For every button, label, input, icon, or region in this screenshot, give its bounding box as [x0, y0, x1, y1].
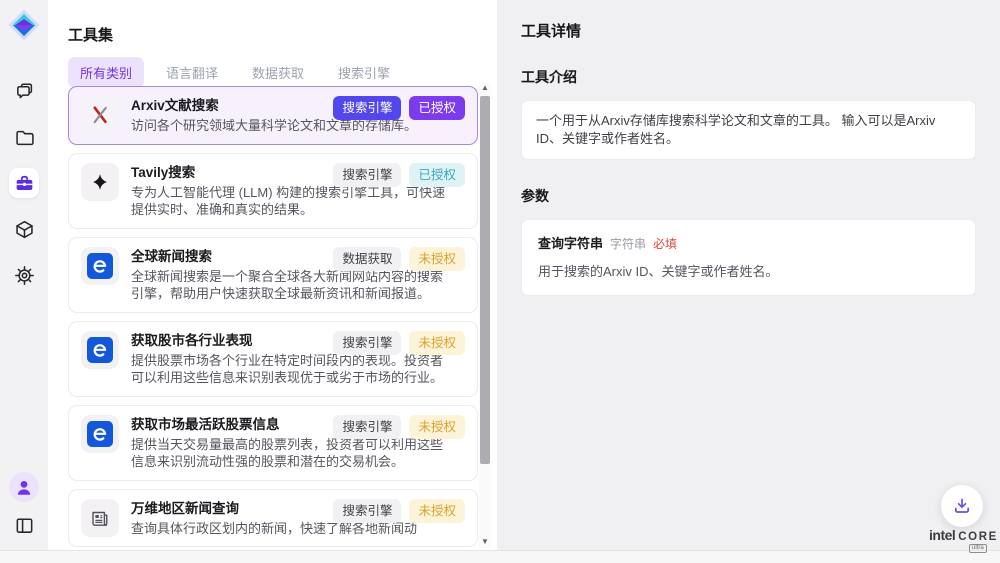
- category-tabs: 所有类别语言翻译数据获取搜索引擎: [68, 57, 402, 88]
- globe-news-icon: [88, 422, 112, 446]
- scroll-up-arrow-icon[interactable]: ▲: [479, 82, 491, 94]
- category-badge: 搜索引擎: [333, 163, 401, 187]
- tab-language-translation[interactable]: 语言翻译: [154, 57, 230, 88]
- tool-icon-tile: [81, 163, 119, 201]
- tool-list: Arxiv文献搜索 访问各个研究领域大量科学论文和文章的存储库。 搜索引擎 已授…: [68, 86, 478, 550]
- rail-nav: [9, 76, 39, 290]
- tool-card[interactable]: 获取股市各行业表现 提供股票市场各个行业在特定时间段内的表现。投资者可以利用这些…: [68, 321, 478, 397]
- star-icon: [90, 172, 110, 192]
- chat-icon: [14, 81, 35, 102]
- intro-heading: 工具介绍: [521, 67, 976, 87]
- intel-core-logo: intel CORE ultra: [929, 527, 991, 553]
- app-logo-gem-icon: [7, 8, 41, 42]
- globe-news-icon: [88, 338, 112, 362]
- collapse-sidebar-button[interactable]: [9, 510, 39, 540]
- tab-search-engine[interactable]: 搜索引擎: [326, 57, 402, 88]
- tool-badges: 搜索引擎 未授权: [333, 499, 465, 523]
- sidebar-item-tools[interactable]: [9, 168, 39, 198]
- params-heading: 参数: [521, 186, 976, 206]
- toolbox-icon: [14, 173, 35, 194]
- tool-icon-tile: [81, 96, 119, 134]
- footer-strip: [0, 550, 1000, 563]
- detail-title: 工具详情: [521, 20, 976, 41]
- tool-description: 全球新闻搜索是一个聚合全球各大新闻网站内容的搜索引擎，帮助用户快速获取全球最新资…: [131, 268, 451, 303]
- parameter-required-badge: 必填: [653, 235, 677, 252]
- tool-badges: 搜索引擎 未授权: [333, 415, 465, 439]
- sidebar-item-chat[interactable]: [9, 76, 39, 106]
- parameter-card: 查询字符串 字符串 必填 用于搜索的Arxiv ID、关键字或作者姓名。: [521, 219, 976, 296]
- panel-left-icon: [14, 515, 35, 536]
- scroll-down-arrow-icon[interactable]: ▼: [479, 536, 491, 548]
- list-scrollbar[interactable]: ▲ ▼: [479, 82, 491, 548]
- intro-text: 一个用于从Arxiv存储库搜索科学论文和文章的工具。 输入可以是Arxiv ID…: [521, 100, 976, 160]
- auth-status-badge[interactable]: 未授权: [409, 331, 465, 355]
- cube-icon: [14, 219, 35, 240]
- auth-status-badge[interactable]: 未授权: [409, 415, 465, 439]
- sidebar-item-files[interactable]: [9, 122, 39, 152]
- tool-badges: 搜索引擎 已授权: [333, 163, 465, 187]
- tool-badges: 数据获取 未授权: [333, 247, 465, 271]
- tab-data-acquisition[interactable]: 数据获取: [240, 57, 316, 88]
- parameter-type: 字符串: [610, 235, 646, 252]
- tool-icon-tile: [81, 331, 119, 369]
- tool-card[interactable]: 万维地区新闻查询 查询具体行政区划内的新闻，快速了解各地新闻动 搜索引擎 未授权: [68, 489, 478, 548]
- tab-all-categories[interactable]: 所有类别: [68, 57, 144, 88]
- gear-icon: [14, 265, 35, 286]
- user-avatar[interactable]: [9, 472, 39, 502]
- tools-panel-title: 工具集: [68, 24, 113, 45]
- tool-card[interactable]: 获取市场最活跃股票信息 提供当天交易量最高的股票列表，投资者可以利用这些信息来识…: [68, 405, 478, 481]
- auth-status-badge[interactable]: 未授权: [409, 247, 465, 271]
- sidebar-item-settings[interactable]: [9, 260, 39, 290]
- auth-status-badge[interactable]: 已授权: [409, 96, 465, 120]
- category-badge: 搜索引擎: [333, 415, 401, 439]
- download-button[interactable]: [941, 485, 983, 527]
- tool-icon-tile: [81, 247, 119, 285]
- app-window: 工具集 所有类别语言翻译数据获取搜索引擎 Arxiv文献搜索 访问各个研究领域大…: [0, 0, 1000, 563]
- tool-description: 提供股票市场各个行业在特定时间段内的表现。投资者可以利用这些信息来识别表现优于或…: [131, 352, 451, 387]
- parameter-name: 查询字符串: [538, 233, 603, 252]
- rail-bottom: [9, 472, 39, 540]
- tool-badges: 搜索引擎 已授权: [333, 96, 465, 120]
- folder-icon: [14, 127, 35, 148]
- intel-wordmark: intel: [929, 527, 955, 543]
- download-icon: [952, 496, 972, 516]
- category-badge: 搜索引擎: [333, 96, 401, 120]
- scrollbar-thumb[interactable]: [480, 96, 490, 464]
- category-badge: 搜索引擎: [333, 499, 401, 523]
- tool-card[interactable]: Tavily搜索 专为人工智能代理 (LLM) 构建的搜索引擎工具，可快速提供实…: [68, 153, 478, 229]
- tool-card[interactable]: 全球新闻搜索 全球新闻搜索是一个聚合全球各大新闻网站内容的搜索引擎，帮助用户快速…: [68, 237, 478, 313]
- tool-card[interactable]: Arxiv文献搜索 访问各个研究领域大量科学论文和文章的存储库。 搜索引擎 已授…: [68, 86, 478, 145]
- tool-icon-tile: [81, 499, 119, 537]
- auth-status-badge[interactable]: 未授权: [409, 499, 465, 523]
- globe-news-icon: [88, 254, 112, 278]
- auth-status-badge[interactable]: 已授权: [409, 163, 465, 187]
- category-badge: 数据获取: [333, 247, 401, 271]
- tool-description: 提供当天交易量最高的股票列表，投资者可以利用这些信息来识别流动性强的股票和潜在的…: [131, 436, 451, 471]
- person-icon: [13, 476, 35, 498]
- parameter-description: 用于搜索的Arxiv ID、关键字或作者姓名。: [538, 261, 959, 280]
- core-wordmark: CORE: [958, 531, 998, 543]
- tools-panel: 工具集 所有类别语言翻译数据获取搜索引擎 Arxiv文献搜索 访问各个研究领域大…: [48, 0, 497, 550]
- tool-icon-tile: [81, 415, 119, 453]
- parameter-header: 查询字符串 字符串 必填: [538, 233, 959, 252]
- category-badge: 搜索引擎: [333, 331, 401, 355]
- newspaper-icon: [89, 507, 111, 529]
- ultra-badge: ultra: [969, 544, 987, 553]
- icon-rail: [0, 0, 48, 550]
- sidebar-item-models[interactable]: [9, 214, 39, 244]
- tool-badges: 搜索引擎 未授权: [333, 331, 465, 355]
- arxiv-icon: [89, 104, 111, 126]
- tool-detail-panel: 工具详情 工具介绍 一个用于从Arxiv存储库搜索科学论文和文章的工具。 输入可…: [497, 0, 1000, 550]
- tool-description: 专为人工智能代理 (LLM) 构建的搜索引擎工具，可快速提供实时、准确和真实的结…: [131, 184, 451, 219]
